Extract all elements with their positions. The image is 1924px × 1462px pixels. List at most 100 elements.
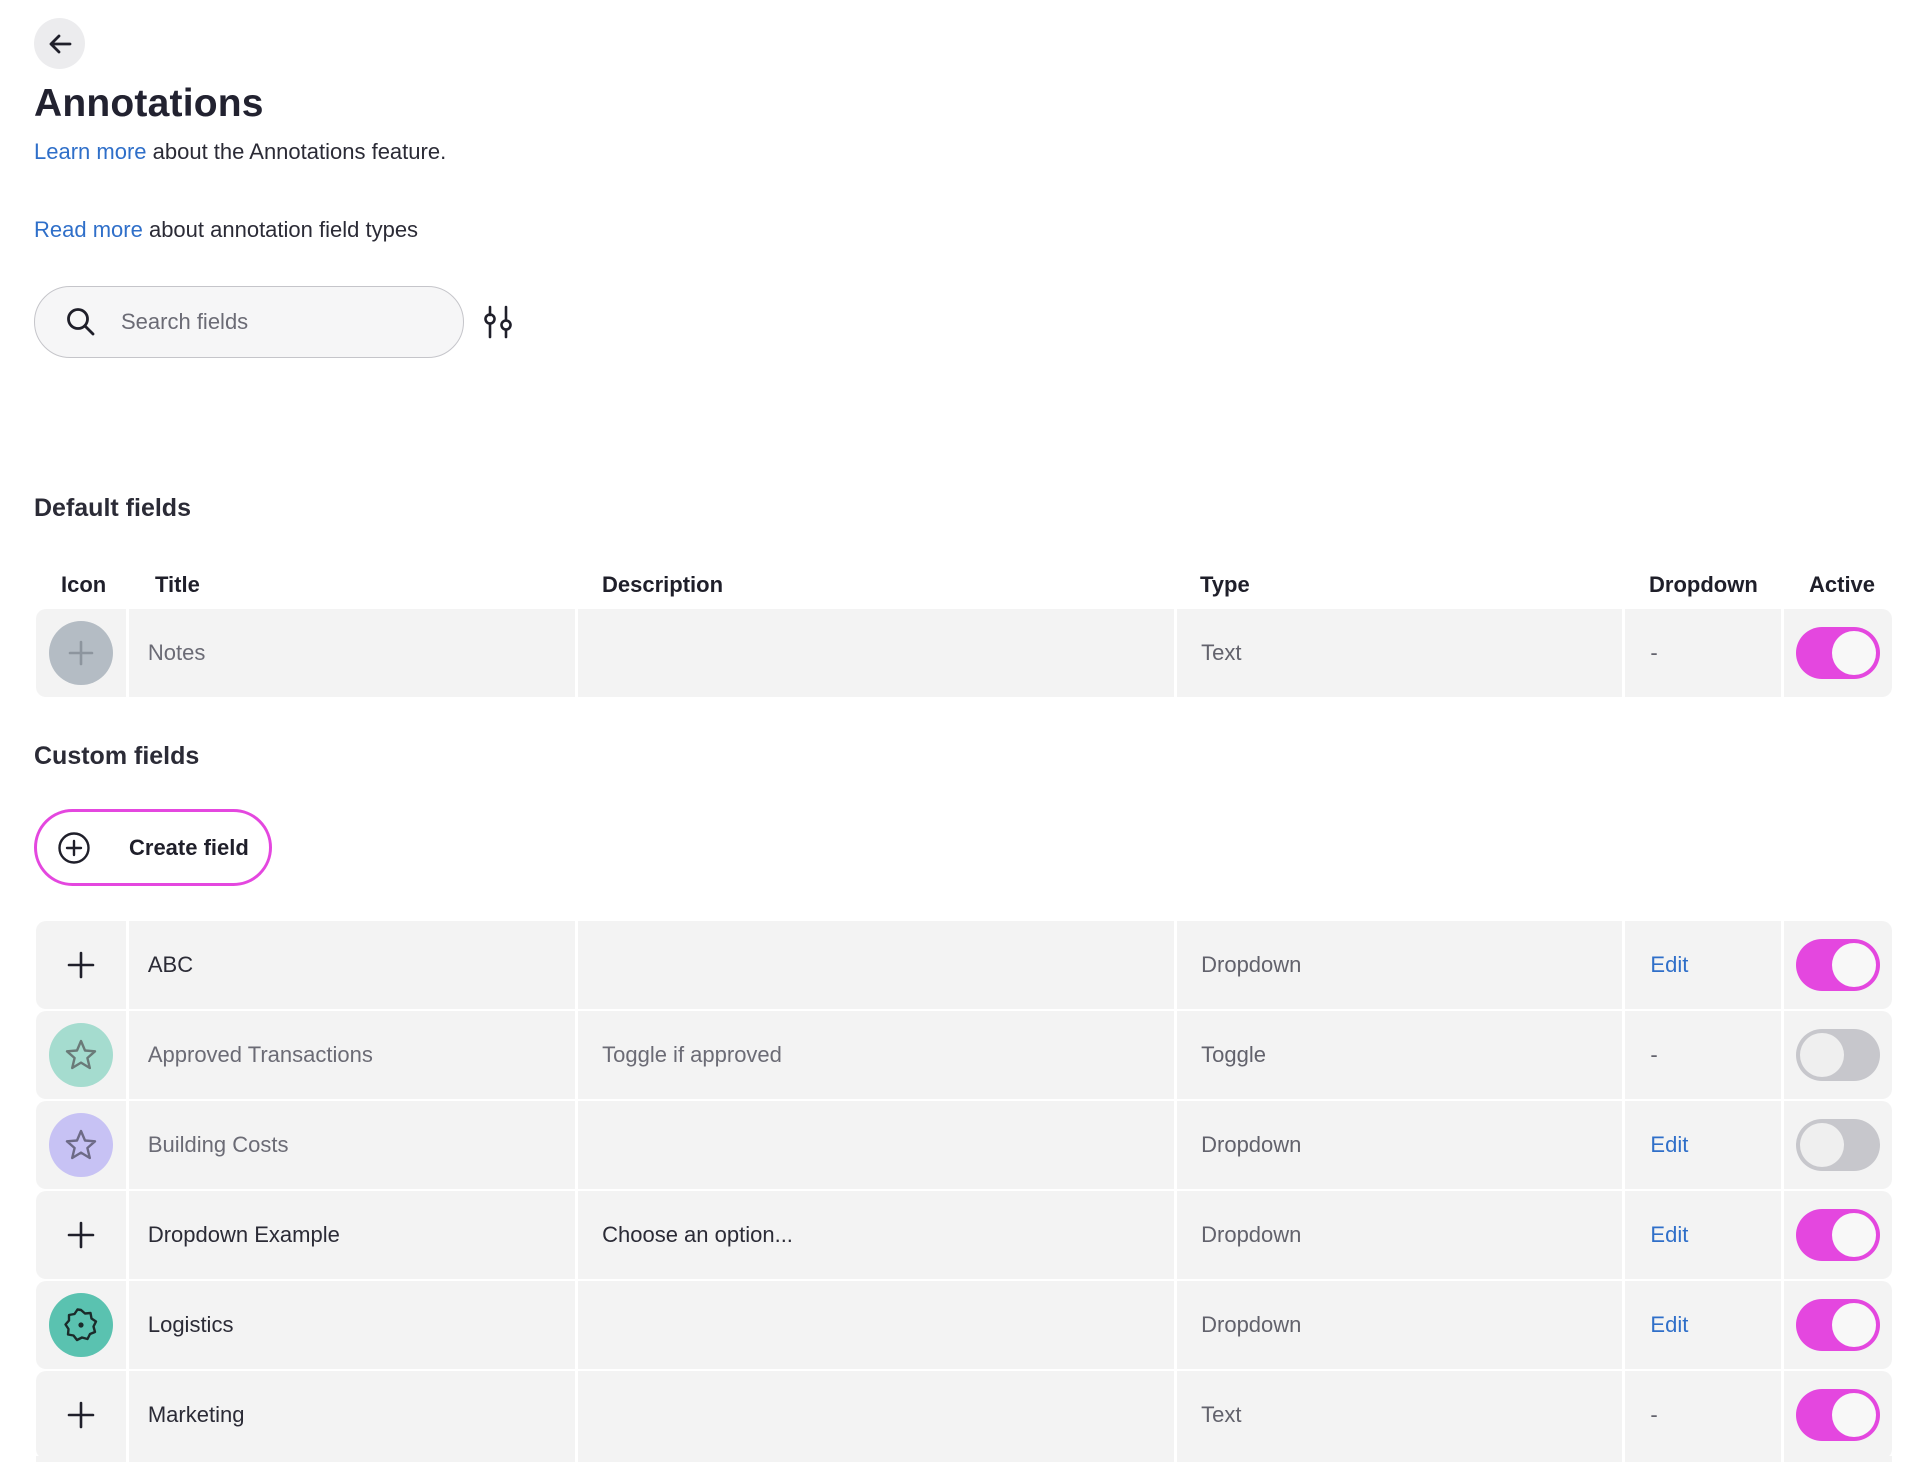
field-title: Building Costs <box>128 1101 576 1189</box>
field-types-text: Read more about annotation field types <box>34 217 418 243</box>
edit-link[interactable]: Edit <box>1650 1222 1688 1248</box>
header-dropdown: Dropdown <box>1649 572 1758 597</box>
toggle-knob <box>1832 943 1877 987</box>
icon-cell <box>36 1191 126 1279</box>
icon-cell <box>36 1011 126 1099</box>
active-toggle[interactable] <box>1796 1119 1881 1171</box>
icon-badge <box>48 1293 113 1357</box>
active-cell <box>1784 1011 1892 1099</box>
toggle-knob <box>1832 1213 1877 1257</box>
table-row[interactable]: Logistics Dropdown Edit <box>36 1281 1892 1369</box>
back-button[interactable] <box>34 18 85 69</box>
field-title: Notes <box>128 609 576 697</box>
field-description <box>578 921 1175 1009</box>
plus-circle-icon <box>58 831 90 864</box>
field-description <box>578 1371 1175 1459</box>
search-input[interactable] <box>121 309 421 335</box>
create-field-button[interactable]: Create field <box>34 809 272 886</box>
icon-cell <box>36 921 126 1009</box>
active-cell <box>1784 1101 1892 1189</box>
icon-badge <box>48 621 113 685</box>
table-row[interactable]: Building Costs Dropdown Edit <box>36 1101 1892 1189</box>
table-row[interactable]: ABC Dropdown Edit <box>36 921 1892 1009</box>
field-type: Dropdown <box>1177 1191 1623 1279</box>
intro-suffix: about the Annotations feature. <box>146 139 447 164</box>
field-dropdown: Edit <box>1625 1191 1782 1279</box>
field-type: Text <box>1177 609 1623 697</box>
search-icon <box>67 308 95 336</box>
field-type: Dropdown <box>1177 921 1623 1009</box>
table-row[interactable]: Approved Transactions Toggle if approved… <box>36 1011 1892 1099</box>
field-title: Dropdown Example <box>128 1191 576 1279</box>
toggle-knob <box>1832 1303 1877 1347</box>
active-cell <box>1784 1371 1892 1459</box>
plus-icon <box>67 1401 95 1429</box>
table-row[interactable]: Marketing Text - <box>36 1371 1892 1459</box>
intro-text: Learn more about the Annotations feature… <box>34 139 446 165</box>
star-icon <box>65 1039 97 1070</box>
edit-link[interactable]: Edit <box>1650 952 1688 978</box>
field-title: Marketing <box>128 1371 576 1459</box>
page-title: Annotations <box>34 82 264 125</box>
create-field-label: Create field <box>129 834 249 860</box>
edit-link[interactable]: Edit <box>1650 1312 1688 1338</box>
field-dropdown: Edit <box>1625 1101 1782 1189</box>
icon-badge <box>48 1023 113 1087</box>
table-row-partial <box>36 1456 1893 1462</box>
field-description <box>578 609 1175 697</box>
field-type: Toggle <box>1177 1011 1623 1099</box>
icon-cell <box>36 1101 126 1189</box>
header-description: Description <box>602 572 724 597</box>
field-type: Dropdown <box>1177 1101 1623 1189</box>
icon-cell <box>36 1281 126 1369</box>
badge-icon <box>64 1308 98 1342</box>
plus-icon <box>67 1221 95 1249</box>
field-description <box>578 1281 1175 1369</box>
field-dropdown: Edit <box>1625 1281 1782 1369</box>
learn-more-link[interactable]: Learn more <box>34 139 147 164</box>
field-description: Choose an option... <box>578 1191 1175 1279</box>
field-description: Toggle if approved <box>578 1011 1175 1099</box>
star-icon <box>65 1129 97 1160</box>
active-cell <box>1784 1191 1892 1279</box>
sliders-icon <box>484 305 512 339</box>
custom-fields-heading: Custom fields <box>34 742 200 770</box>
field-dropdown: Edit <box>1625 921 1782 1009</box>
field-title: Approved Transactions <box>128 1011 576 1099</box>
header-type: Type <box>1200 572 1250 597</box>
active-cell <box>1784 609 1892 697</box>
active-toggle[interactable] <box>1796 1299 1881 1351</box>
active-toggle[interactable] <box>1796 1389 1881 1441</box>
table-row[interactable]: Dropdown Example Choose an option... Dro… <box>36 1191 1892 1279</box>
active-cell <box>1784 921 1892 1009</box>
active-toggle[interactable] <box>1796 627 1881 679</box>
plus-icon <box>67 951 95 979</box>
active-toggle[interactable] <box>1796 939 1881 991</box>
active-toggle[interactable] <box>1796 1209 1881 1261</box>
active-cell <box>1784 1281 1892 1369</box>
search-box[interactable] <box>34 286 464 358</box>
field-type: Dropdown <box>1177 1281 1623 1369</box>
field-title: ABC <box>128 921 576 1009</box>
arrow-left-icon <box>49 34 71 53</box>
field-dropdown: - <box>1625 1011 1782 1099</box>
read-more-link[interactable]: Read more <box>34 217 143 242</box>
header-title: Title <box>155 572 200 597</box>
field-description <box>578 1101 1175 1189</box>
icon-badge <box>48 1113 113 1177</box>
edit-link[interactable]: Edit <box>1650 1132 1688 1158</box>
field-title: Logistics <box>128 1281 576 1369</box>
header-active: Active <box>1809 572 1876 597</box>
filter-button[interactable] <box>478 302 518 342</box>
icon-cell <box>36 609 126 697</box>
field-types-suffix: about annotation field types <box>142 217 419 242</box>
toggle-knob <box>1800 1123 1845 1167</box>
field-dropdown: - <box>1625 1371 1782 1459</box>
toggle-knob <box>1800 1033 1845 1077</box>
active-toggle[interactable] <box>1796 1029 1881 1081</box>
table-header: Icon Title Description Type Dropdown Act… <box>36 572 1892 602</box>
field-type: Text <box>1177 1371 1623 1459</box>
icon-cell <box>36 1371 126 1459</box>
toggle-knob <box>1832 631 1877 675</box>
table-row[interactable]: Notes Text - <box>36 609 1892 697</box>
